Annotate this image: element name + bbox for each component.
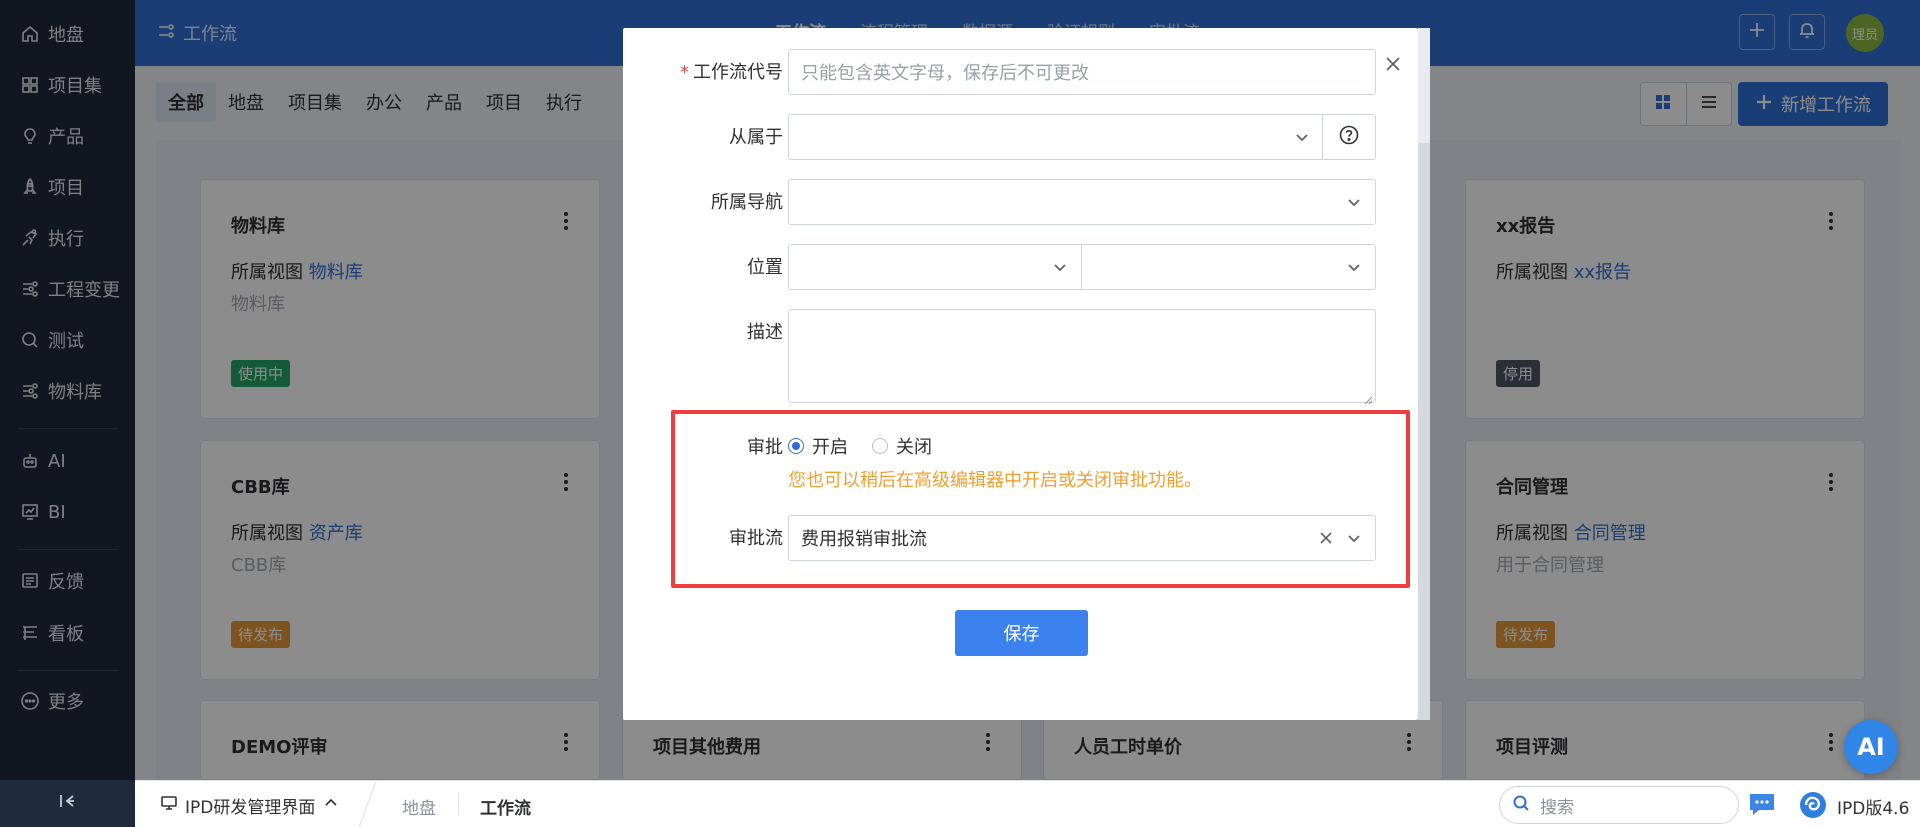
required-mark: * bbox=[680, 62, 689, 83]
approval-on-label: 开启 bbox=[812, 437, 848, 458]
approval-label: 审批 bbox=[747, 437, 783, 458]
search-input[interactable]: 搜索 bbox=[1499, 786, 1739, 824]
close-button[interactable] bbox=[1383, 54, 1403, 74]
ai-assistant-button[interactable]: AI bbox=[1844, 720, 1898, 774]
approval-on-radio[interactable]: 开启 bbox=[788, 433, 848, 459]
belong-select[interactable] bbox=[788, 114, 1324, 160]
approval-flow-value: 费用报销审批流 bbox=[801, 529, 927, 550]
chevron-down-icon bbox=[1345, 529, 1363, 547]
chevron-down-icon bbox=[1345, 193, 1363, 211]
code-placeholder: 只能包含英文字母，保存后不可更改 bbox=[801, 63, 1089, 84]
code-label-text: 工作流代号 bbox=[693, 62, 783, 83]
position-select-secondary[interactable] bbox=[1081, 244, 1376, 290]
code-label: * 工作流代号 bbox=[623, 58, 783, 84]
monitor-icon bbox=[160, 794, 178, 817]
workflow-code-input[interactable]: 只能包含英文字母，保存后不可更改 bbox=[788, 49, 1376, 95]
approval-off-radio[interactable]: 关闭 bbox=[872, 433, 932, 459]
nav-select[interactable] bbox=[788, 179, 1376, 225]
close-icon bbox=[1383, 57, 1403, 79]
description-textarea[interactable] bbox=[788, 309, 1376, 405]
workflow-dialog: * 工作流代号 只能包含英文字母，保存后不可更改 从属于 所属导航 位置 描述 审… bbox=[623, 28, 1418, 720]
breadcrumb-dashboard[interactable]: 地盘 bbox=[402, 794, 436, 819]
breadcrumb-workflow: 工作流 bbox=[480, 799, 531, 819]
bottom-bar: IPD研发管理界面 地盘 工作流 搜索 IPD版4.6 bbox=[135, 780, 1920, 827]
chevron-up-icon bbox=[322, 794, 340, 817]
radio-unchecked-icon bbox=[872, 438, 888, 454]
scrollbar-thumb[interactable] bbox=[1418, 28, 1430, 143]
breadcrumb-separator bbox=[358, 781, 377, 827]
approval-flow-select[interactable]: 费用报销审批流 bbox=[788, 515, 1376, 561]
chat-icon[interactable] bbox=[1747, 789, 1777, 819]
radio-checked-icon bbox=[788, 438, 804, 454]
search-icon bbox=[1512, 794, 1530, 817]
version-label: IPD版4.6 bbox=[1837, 799, 1910, 819]
dialog-scrollbar[interactable] bbox=[1418, 28, 1430, 720]
position-label: 位置 bbox=[747, 257, 783, 278]
search-placeholder: 搜索 bbox=[1540, 797, 1574, 818]
flow-label: 审批流 bbox=[729, 528, 783, 549]
chevron-down-icon bbox=[1345, 258, 1363, 276]
save-button[interactable]: 保存 bbox=[955, 610, 1088, 656]
clear-icon[interactable] bbox=[1317, 529, 1335, 547]
product-logo-icon bbox=[1798, 790, 1828, 820]
system-label: IPD研发管理界面 bbox=[185, 798, 316, 818]
nav-label: 所属导航 bbox=[711, 192, 783, 213]
belong-label: 从属于 bbox=[729, 127, 783, 148]
position-select-primary[interactable] bbox=[788, 244, 1082, 290]
collapse-sidebar-icon[interactable] bbox=[56, 790, 78, 812]
breadcrumb-separator bbox=[458, 793, 459, 815]
resize-grip-icon bbox=[1363, 390, 1373, 405]
approval-hint: 您也可以稍后在高级编辑器中开启或关闭审批功能。 bbox=[788, 470, 1202, 491]
system-switcher[interactable]: IPD研发管理界面 bbox=[160, 793, 340, 818]
desc-label: 描述 bbox=[747, 322, 783, 343]
chevron-down-icon bbox=[1293, 128, 1311, 146]
help-button[interactable] bbox=[1322, 114, 1376, 160]
approval-off-label: 关闭 bbox=[896, 437, 932, 458]
chevron-down-icon bbox=[1051, 258, 1069, 276]
help-icon bbox=[1338, 124, 1360, 151]
